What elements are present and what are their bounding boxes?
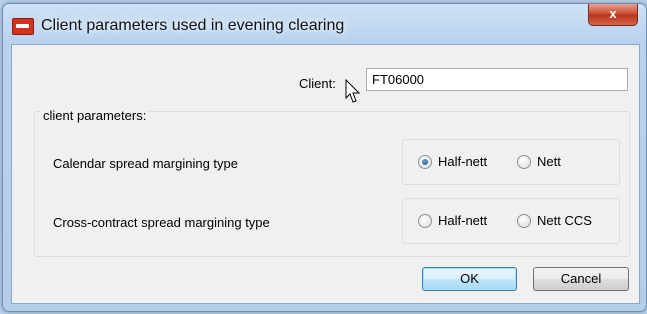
ok-button[interactable]: OK — [422, 267, 517, 291]
radio-label: Half-nett — [438, 213, 488, 228]
radio-calendar-nett[interactable]: Nett — [517, 154, 561, 169]
close-button[interactable]: x — [588, 4, 638, 26]
radio-label: Half-nett — [438, 154, 488, 169]
dialog-body: Client: client parameters: Calendar spre… — [11, 44, 640, 304]
radio-calendar-half-nett[interactable]: Half-nett — [418, 154, 487, 169]
app-icon — [12, 18, 34, 35]
radio-label: Nett — [537, 154, 561, 169]
cross-contract-spread-options: Half-nett Nett CCS — [402, 198, 620, 244]
radio-cross-half-nett[interactable]: Half-nett — [418, 213, 487, 228]
window-title: Client parameters used in evening cleari… — [41, 17, 345, 34]
client-label: Client: — [299, 76, 336, 91]
radio-selected-icon — [418, 154, 432, 169]
calendar-spread-options: Half-nett Nett — [402, 139, 620, 185]
cancel-button[interactable]: Cancel — [533, 267, 629, 291]
client-input[interactable] — [366, 68, 628, 91]
calendar-spread-label: Calendar spread margining type — [53, 156, 238, 171]
radio-unselected-icon — [517, 154, 531, 169]
title-bar[interactable]: Client parameters used in evening cleari… — [3, 4, 646, 44]
radio-unselected-icon — [517, 213, 531, 228]
radio-label: Nett CCS — [537, 213, 592, 228]
cross-contract-spread-label: Cross-contract spread margining type — [53, 215, 270, 230]
radio-unselected-icon — [418, 213, 432, 228]
mouse-pointer-icon — [345, 79, 361, 103]
dialog-window: Client parameters used in evening cleari… — [2, 3, 647, 312]
radio-cross-nett-ccs[interactable]: Nett CCS — [517, 213, 592, 228]
group-label: client parameters: — [40, 108, 150, 123]
